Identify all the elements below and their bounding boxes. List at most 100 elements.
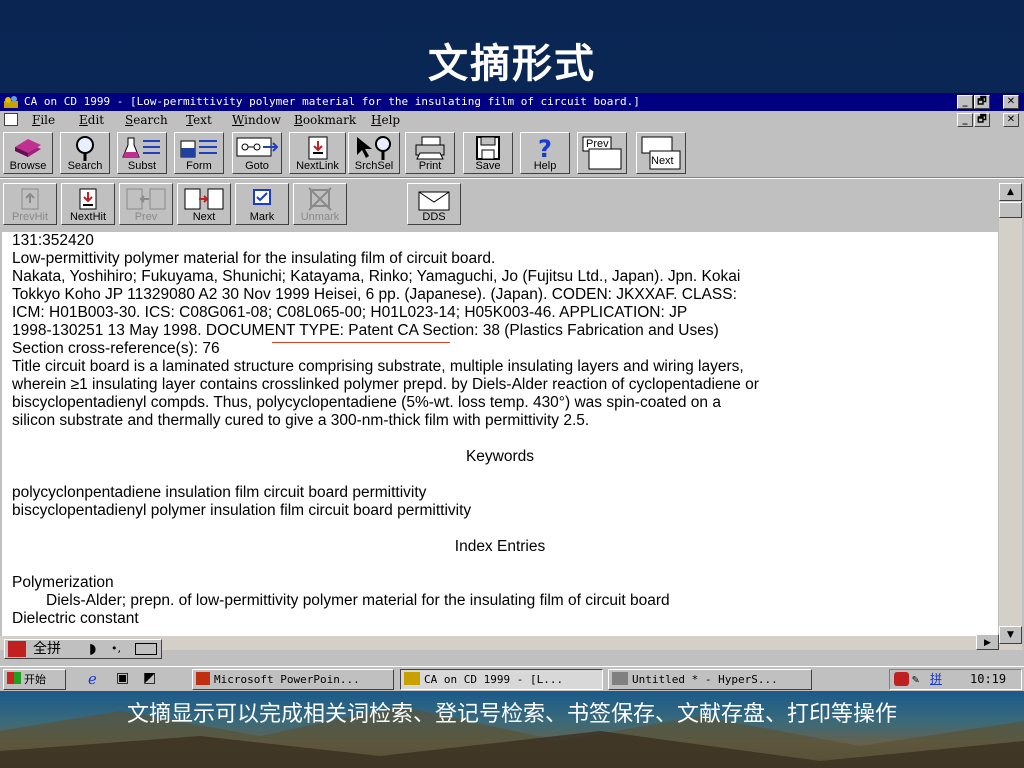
magnifier-icon <box>76 136 94 161</box>
mark-button[interactable]: Mark <box>235 183 289 225</box>
help-button[interactable]: ? Help <box>520 132 570 174</box>
prevhit-icon <box>21 188 39 210</box>
clock[interactable]: 10:19 <box>970 670 1006 689</box>
tray-ime-label[interactable]: 拼 <box>930 670 942 689</box>
prev-page-button[interactable]: Prev <box>119 183 173 225</box>
task-hypersnap[interactable]: Untitled * - HyperS... <box>608 669 812 690</box>
goto-button[interactable]: Goto <box>232 132 282 174</box>
prev-page-icon <box>126 188 166 210</box>
next-page-button[interactable]: Next <box>177 183 231 225</box>
annotation-underline <box>272 342 450 343</box>
print-button[interactable]: Print <box>405 132 455 174</box>
srchsel-button[interactable]: SrchSel <box>348 132 400 174</box>
menu-text[interactable]: Text <box>186 111 212 129</box>
prevhit-button[interactable]: PrevHit <box>3 183 57 225</box>
close-button[interactable]: ✕ <box>1003 95 1019 109</box>
window-title: CA on CD 1999 - [Low-permittivity polyme… <box>24 95 640 108</box>
nexthit-icon <box>79 188 97 210</box>
index-entry: Polymerization <box>12 574 114 591</box>
menu-search[interactable]: Search <box>125 111 168 129</box>
form-button[interactable]: Form <box>174 132 224 174</box>
unmark-icon <box>308 187 332 211</box>
record-line: ICM: H01B003-30. ICS: C08G061-08; C08L06… <box>12 304 688 321</box>
menu-window[interactable]: Window <box>232 111 281 129</box>
nextlink-icon <box>308 136 327 160</box>
books-icon <box>15 139 41 157</box>
start-button[interactable]: 开始 <box>3 669 66 690</box>
vertical-scrollbar[interactable]: ▲ ▼ <box>999 183 1022 650</box>
scroll-down-button[interactable]: ▼ <box>999 626 1022 644</box>
keyword-line: biscyclopentadienyl polymer insulation f… <box>12 502 472 519</box>
nexthit-button[interactable]: NextHit <box>61 183 115 225</box>
ime-moon-icon[interactable]: ◗ <box>89 640 96 658</box>
main-toolbar: Browse Search Subst Form Goto NextLink S… <box>0 130 692 176</box>
checkbox-icon <box>253 189 271 205</box>
menu-help[interactable]: Help <box>371 111 400 129</box>
menu-bar: File Edit Search Text Window Bookmark He… <box>0 111 1024 129</box>
scroll-right-button[interactable]: ▶ <box>976 634 999 650</box>
child-restore-button[interactable]: 🗗 <box>974 113 990 127</box>
menu-bookmark[interactable]: Bookmark <box>294 111 356 129</box>
slide-title: 文摘形式 <box>428 40 596 87</box>
task-powerpoint[interactable]: Microsoft PowerPoin... <box>192 669 394 690</box>
dds-button[interactable]: DDS <box>407 183 461 225</box>
navigation-toolbar: PrevHit NextHit Prev Next Mark Unmark DD… <box>0 181 470 227</box>
save-button[interactable]: Save <box>463 132 513 174</box>
channel-icon[interactable]: ◩ <box>143 670 156 686</box>
flask-icon <box>122 137 160 158</box>
record-title: Low-permittivity polymer material for th… <box>12 250 496 267</box>
record-line: Tokkyo Koho JP 11329080 A2 30 Nov 1999 H… <box>12 286 737 303</box>
ca-app-icon <box>404 672 420 685</box>
record-line: Title circuit board is a laminated struc… <box>12 358 744 375</box>
browse-button[interactable]: Browse <box>3 132 53 174</box>
subst-button[interactable]: Subst <box>117 132 167 174</box>
menu-edit[interactable]: Edit <box>79 111 104 129</box>
next-doc-icon <box>641 136 681 170</box>
svg-text:?: ? <box>538 135 552 161</box>
unmark-button[interactable]: Unmark <box>293 183 347 225</box>
help-icon: ? <box>538 135 552 161</box>
ime-status-bar[interactable]: 全拼 ◗ •, <box>4 639 162 659</box>
prev-document-button[interactable]: Prev <box>577 132 627 174</box>
next-document-button[interactable]: Next <box>636 132 686 174</box>
record-line: wherein ≥1 insulating layer contains cro… <box>12 376 759 393</box>
powerpoint-icon <box>196 672 210 685</box>
scroll-up-button[interactable]: ▲ <box>999 183 1022 201</box>
floppy-icon <box>476 136 500 160</box>
child-close-button[interactable]: ✕ <box>1003 113 1019 127</box>
taskbar: 开始 ℯ ▣ ◩ Microsoft PowerPoin... CA on CD… <box>0 666 1024 691</box>
keyboard-icon[interactable] <box>135 643 157 655</box>
envelope-icon <box>418 191 450 211</box>
search-button[interactable]: Search <box>60 132 110 174</box>
record-line: Nakata, Yoshihiro; Fukuyama, Shunichi; K… <box>12 268 741 285</box>
title-bar[interactable]: CA on CD 1999 - [Low-permittivity polyme… <box>0 93 1024 111</box>
record-line: 1998-130251 13 May 1998. DOCUMENT TYPE: … <box>12 322 719 339</box>
record-line: biscyclopentadienyl compds. Thus, polycy… <box>12 394 721 411</box>
keyword-line: polycyclonpentadiene insulation film cir… <box>12 484 427 501</box>
index-entry: Dielectric constant <box>12 610 139 627</box>
ime-mode[interactable]: 全拼 <box>33 640 61 658</box>
minimize-button[interactable]: _ <box>957 95 973 109</box>
app-window: CA on CD 1999 - [Low-permittivity polyme… <box>0 93 1024 691</box>
restore-button[interactable]: 🗗 <box>974 95 990 109</box>
tray-pen-icon[interactable]: ✎ <box>912 670 919 689</box>
child-minimize-button[interactable]: _ <box>957 113 973 127</box>
desktop-icon[interactable]: ▣ <box>116 670 129 686</box>
keywords-heading: Keywords <box>465 448 535 465</box>
abstract-text-area[interactable]: 131:352420 Low-permittivity polymer mate… <box>2 232 998 636</box>
app-icon <box>4 96 18 108</box>
index-entry: Diels-Alder; prepn. of low-permittivity … <box>46 592 670 609</box>
record-line: Section cross-reference(s): 76 <box>12 340 220 357</box>
document-menu-icon[interactable] <box>4 113 18 126</box>
record-id: 131:352420 <box>12 232 94 249</box>
printer-icon <box>415 136 445 160</box>
scroll-thumb[interactable] <box>999 202 1022 218</box>
nextlink-button[interactable]: NextLink <box>289 132 346 174</box>
ie-icon[interactable]: ℯ <box>88 670 97 688</box>
tray-app-icon[interactable] <box>894 672 909 686</box>
ime-punct-icon[interactable]: •, <box>111 640 121 658</box>
toolbar-separator <box>0 177 1024 179</box>
record-line: silicon substrate and thermally cured to… <box>12 412 590 429</box>
menu-file[interactable]: File <box>32 111 55 129</box>
task-ca-on-cd[interactable]: CA on CD 1999 - [L... <box>400 669 603 690</box>
